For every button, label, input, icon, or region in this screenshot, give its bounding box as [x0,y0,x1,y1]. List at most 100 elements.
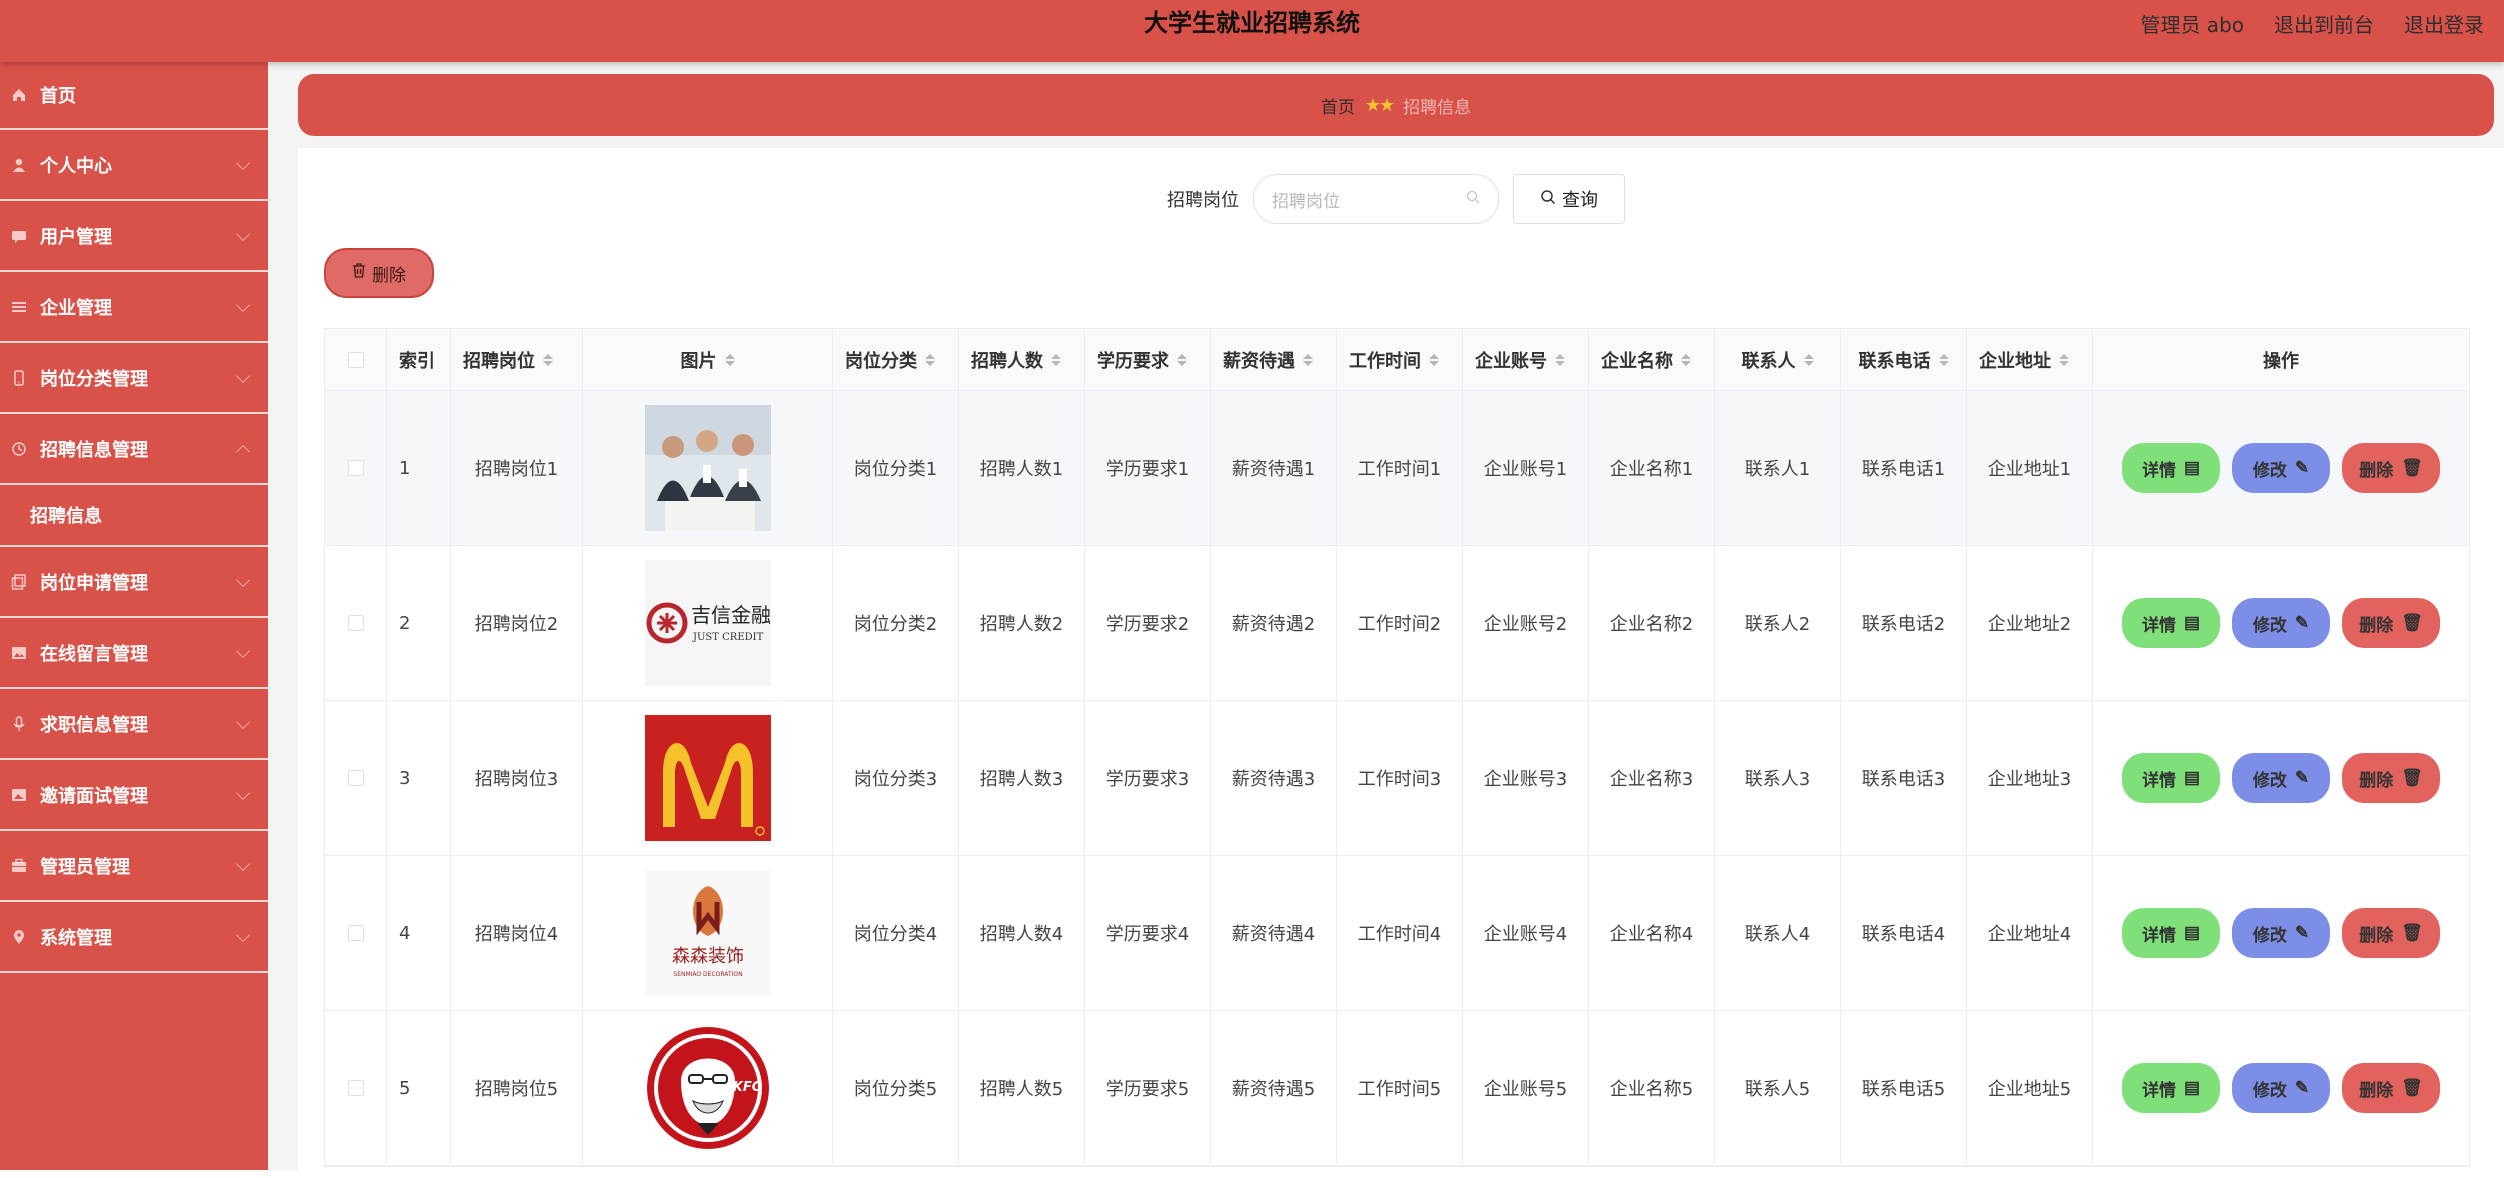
sort-icon[interactable] [1429,353,1439,366]
sidebar-subitem-recruitment-info[interactable]: 招聘信息 [0,485,268,547]
row-checkbox[interactable] [347,460,364,476]
edit-button[interactable]: 修改 ✎ [2232,908,2330,958]
row-checkbox[interactable] [347,1080,364,1096]
pencil-icon: ✎ [2294,613,2310,632]
edit-button[interactable]: 修改 ✎ [2232,443,2330,493]
query-button[interactable]: 查询 [1513,174,1625,224]
sidebar-item-enterprise-management[interactable]: 企业管理 [0,272,268,343]
row-checkbox[interactable] [347,615,364,631]
mcdonalds-logo-image [644,715,771,841]
sidebar-item-label: 用户管理 [40,226,112,248]
sidebar-item-system-management[interactable]: 系统管理 [0,902,268,973]
sort-icon[interactable] [1051,353,1061,366]
detail-button[interactable]: 详情 ▤ [2122,443,2220,493]
sort-icon[interactable] [1303,353,1313,366]
sidebar-item-recruitment-management[interactable]: 招聘信息管理 [0,414,268,485]
delete-button[interactable]: 删除 🗑 [2342,753,2440,803]
sidebar-item-message-management[interactable]: 在线留言管理 [0,618,268,689]
row-checkbox[interactable] [347,770,364,786]
sidebar-item-label: 企业管理 [40,297,112,319]
column-header-education[interactable]: 学历要求 [1085,329,1211,390]
breadcrumb-home[interactable]: 首页 [1321,93,1355,118]
column-header-salary[interactable]: 薪资待遇 [1211,329,1337,390]
sort-icon[interactable] [1555,353,1565,366]
logo-text: 吉信金融 [691,603,771,627]
column-header-post[interactable]: 招聘岗位 [451,329,583,390]
detail-button[interactable]: 详情 ▤ [2122,753,2220,803]
sort-icon[interactable] [724,353,735,366]
cell-actions: 详情 ▤ 修改 ✎ 删除 🗑 [2093,1011,2469,1165]
row-checkbox[interactable] [347,925,364,941]
table-header-row: 索引 招聘岗位 图片 岗位分类 招聘人数 学历要求 薪资待遇 工作时间 企业账号… [325,329,2469,391]
recruitment-table: 索引 招聘岗位 图片 岗位分类 招聘人数 学历要求 薪资待遇 工作时间 企业账号… [324,328,2470,1167]
phone-icon [10,369,28,387]
sidebar-item-admin-management[interactable]: 管理员管理 [0,831,268,902]
cell-company: 企业名称2 [1589,546,1715,700]
cell-contact: 联系人4 [1715,856,1841,1010]
breadcrumb-current: 招聘信息 [1403,97,1472,118]
sidebar-item-home[interactable]: 首页 [0,62,268,130]
column-header-category[interactable]: 岗位分类 [833,329,959,390]
detail-button[interactable]: 详情 ▤ [2122,908,2220,958]
detail-button[interactable]: 详情 ▤ [2122,1063,2220,1113]
exit-to-front-link[interactable]: 退出到前台 [2274,9,2374,38]
column-header-company[interactable]: 企业名称 [1589,329,1715,390]
delete-button[interactable]: 删除 🗑 [2342,598,2440,648]
sidebar-item-application-management[interactable]: 岗位申请管理 [0,547,268,618]
column-header-work-time[interactable]: 工作时间 [1337,329,1463,390]
document-icon: ▤ [2183,923,2201,942]
sort-icon[interactable] [925,353,935,366]
sidebar-item-user-management[interactable]: 用户管理 [0,201,268,272]
column-header-contact[interactable]: 联系人 [1715,329,1841,390]
trash-icon: 🗑 [2401,458,2423,477]
detail-button[interactable]: 详情 ▤ [2122,598,2220,648]
cell-address: 企业地址3 [1967,701,2093,855]
sort-icon[interactable] [543,353,553,366]
cell-actions: 详情 ▤ 修改 ✎ 删除 🗑 [2093,856,2469,1010]
sidebar-item-personal-center[interactable]: 个人中心 [0,130,268,201]
sidebar-item-interview-management[interactable]: 邀请面试管理 [0,760,268,831]
cell-address: 企业地址5 [1967,1011,2093,1165]
search-label: 招聘岗位 [1167,190,1239,211]
delete-button[interactable]: 删除 🗑 [2342,908,2440,958]
cell-contact: 联系人3 [1715,701,1841,855]
sidebar-item-job-category-management[interactable]: 岗位分类管理 [0,343,268,414]
trash-icon: 🗑 [2401,613,2423,632]
briefcase-icon [10,857,28,875]
sort-icon[interactable] [1681,353,1691,366]
pencil-icon: ✎ [2294,1078,2310,1097]
sort-icon[interactable] [2059,353,2069,366]
cell-account: 企业账号5 [1463,1011,1589,1165]
select-all-checkbox[interactable] [347,351,364,368]
sidebar-item-jobseeker-management[interactable]: 求职信息管理 [0,689,268,760]
cell-company: 企业名称3 [1589,701,1715,855]
column-header-account[interactable]: 企业账号 [1463,329,1589,390]
sort-icon[interactable] [1938,353,1949,366]
edit-button[interactable]: 修改 ✎ [2232,753,2330,803]
delete-button[interactable]: 删除 🗑 [2342,1063,2440,1113]
column-header-count[interactable]: 招聘人数 [959,329,1085,390]
cell-post: 招聘岗位3 [451,701,583,855]
search-input[interactable]: 招聘岗位 [1253,174,1499,224]
current-user-label: 管理员 abo [2140,12,2244,37]
cell-education: 学历要求2 [1085,546,1211,700]
cell-image: KFC [583,1011,833,1165]
logout-link[interactable]: 退出登录 [2404,9,2484,38]
cell-category: 岗位分类4 [833,856,959,1010]
bulk-delete-button[interactable]: 删除 [324,248,434,298]
edit-button[interactable]: 修改 ✎ [2232,1063,2330,1113]
column-header-phone[interactable]: 联系电话 [1841,329,1967,390]
document-icon: ▤ [2183,458,2201,477]
logo-subtext: SENMIAO DECORATION [673,971,742,978]
cell-contact: 联系人1 [1715,391,1841,545]
delete-button[interactable]: 删除 🗑 [2342,443,2440,493]
cell-index: 1 [387,391,451,545]
sort-icon[interactable] [1177,353,1187,366]
column-header-image[interactable]: 图片 [583,329,833,390]
column-header-address[interactable]: 企业地址 [1967,329,2093,390]
search-placeholder: 招聘岗位 [1272,191,1340,212]
edit-button[interactable]: 修改 ✎ [2232,598,2330,648]
cell-company: 企业名称5 [1589,1011,1715,1165]
cell-count: 招聘人数4 [959,856,1085,1010]
sort-icon[interactable] [1803,353,1814,366]
